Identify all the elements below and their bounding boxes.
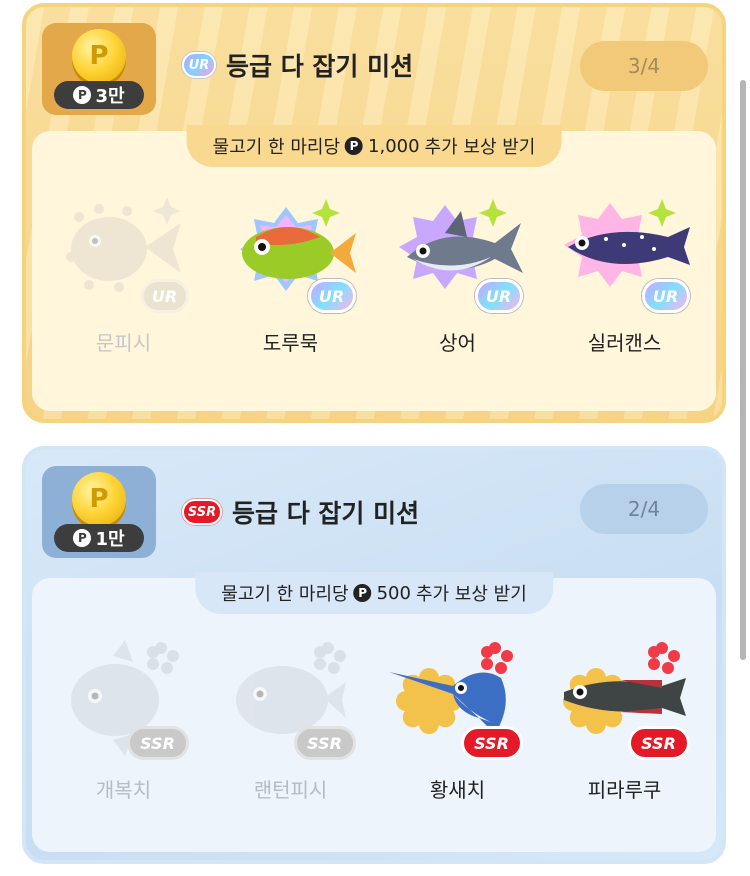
mission-title: 등급 다 잡기 미션 [226,52,414,81]
reward-description: 물고기 한 마리당 P 500 추가 보상 받기 [195,572,553,614]
coin-icon: P [72,29,126,83]
ssr-badge-icon: SSR [627,726,690,760]
reward-box: P P 3만 [42,23,156,115]
reward-amount: 3만 [95,86,125,107]
fish-card-arapaima[interactable]: SSR 피라루쿠 [550,634,700,814]
coin-icon: P [72,472,126,526]
fish-name: 도루묵 [262,331,319,355]
flower-icon [313,642,346,674]
subtitle-text: 물고기 한 마리당 [212,137,341,158]
fish-panel: 물고기 한 마리당 P 1,000 추가 보상 받기 UR 문피시 UR 도루묵… [32,125,716,411]
sparkle-star-icon [647,199,676,227]
flower-icon [647,642,680,674]
reward-box: P P 1만 [42,466,156,558]
point-icon: P [73,86,92,104]
sparkle-star-icon [152,197,181,225]
fish-name: 개복치 [95,778,152,802]
ur-badge-icon: UR [182,52,216,78]
fish-name: 실러캔스 [587,331,662,355]
fish-name: 피라루쿠 [587,778,662,802]
fish-name: 랜턴피시 [253,778,328,802]
subtitle-text: 추가 보상 받기 [415,584,527,605]
ssr-badge-icon: SSR [126,726,189,760]
fish-card-swordfish[interactable]: SSR 황새치 [383,634,533,814]
ur-mission-card: P P 3만 UR 등급 다 잡기 미션 3/4 물고기 한 마리당 P 1,0… [22,3,726,423]
ur-badge-icon: UR [307,279,356,313]
fish-card-lanternfish[interactable]: SSR 랜턴피시 [216,634,366,814]
reward-amount-pill: P 1만 [54,524,144,552]
ur-badge-icon: UR [641,279,690,313]
mission-title-row: SSR 등급 다 잡기 미션 [182,494,419,530]
flower-icon [146,642,179,674]
subtitle-text: 물고기 한 마리당 [221,584,349,605]
ssr-badge-icon: SSR [293,726,356,760]
fish-panel: 물고기 한 마리당 P 500 추가 보상 받기 SSR 개복치 SSR 랜턴피… [32,572,716,852]
mission-title-row: UR 등급 다 잡기 미션 [182,47,413,83]
flower-icon [480,642,513,674]
subtitle-amount: 1,000 [368,135,420,157]
ssr-badge-icon: SSR [182,499,222,525]
mission-title: 등급 다 잡기 미션 [232,499,420,528]
point-icon: P [353,584,372,602]
progress-pill: 2/4 [580,484,708,534]
sparkle-star-icon [478,199,507,227]
subtitle-amount: 500 [376,582,411,604]
fish-card-shark[interactable]: UR 상어 [383,187,533,367]
reward-description: 물고기 한 마리당 P 1,000 추가 보상 받기 [186,125,562,167]
fish-name: 상어 [439,331,476,355]
ur-badge-icon: UR [474,279,523,313]
ssr-mission-card: P P 1만 SSR 등급 다 잡기 미션 2/4 물고기 한 마리당 P 50… [22,446,726,864]
ur-badge-icon: UR [140,279,189,313]
fish-card-moonfish[interactable]: UR 문피시 [49,187,199,367]
point-icon: P [345,137,364,155]
fish-name: 문피시 [95,331,152,355]
scrollbar[interactable] [740,80,746,660]
reward-amount: 1만 [95,529,125,550]
progress-pill: 3/4 [580,41,708,91]
subtitle-text: 추가 보상 받기 [424,137,536,158]
fish-card-sandfish[interactable]: UR 도루묵 [216,187,366,367]
fish-card-coelacanth[interactable]: UR 실러캔스 [550,187,700,367]
fish-name: 황새치 [429,778,486,802]
point-icon: P [73,529,92,547]
reward-amount-pill: P 3만 [54,81,144,109]
fish-card-sunfish[interactable]: SSR 개복치 [49,634,199,814]
ssr-badge-icon: SSR [460,726,523,760]
